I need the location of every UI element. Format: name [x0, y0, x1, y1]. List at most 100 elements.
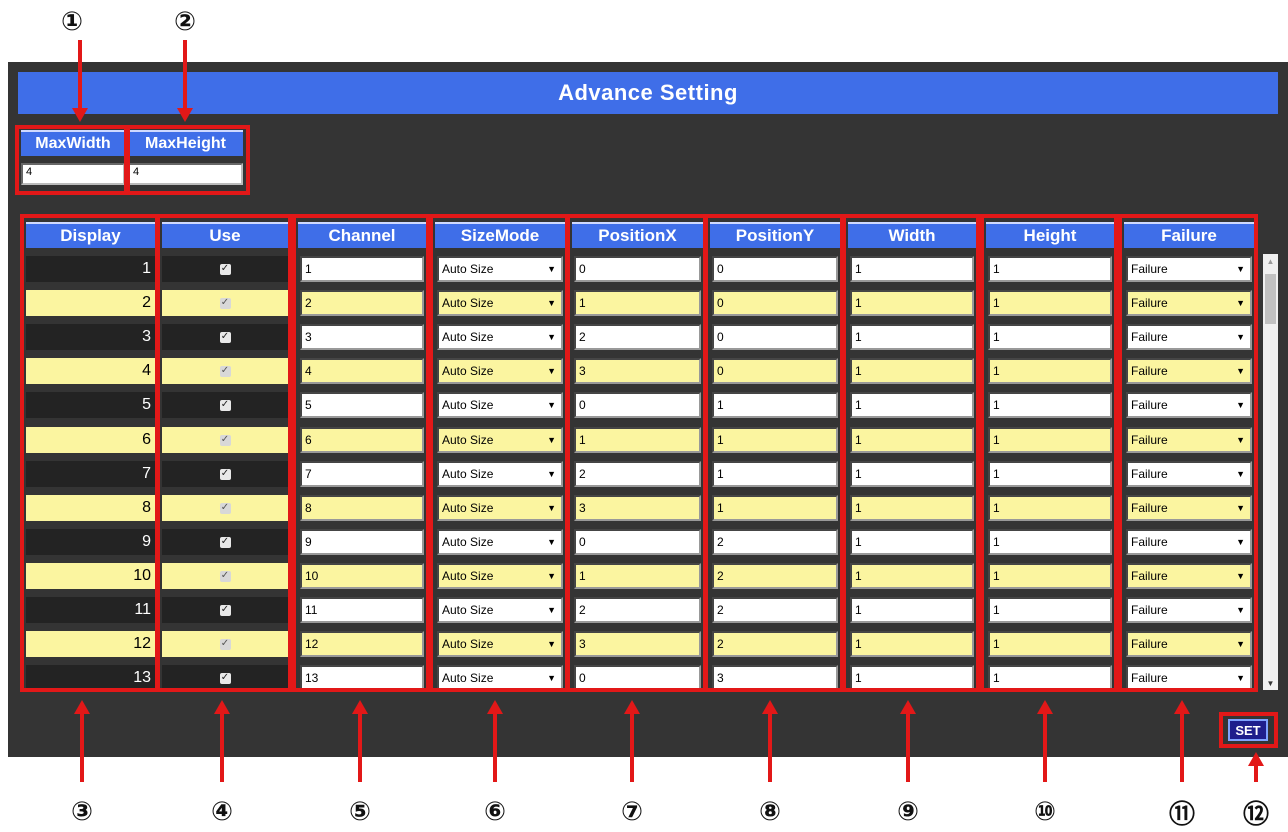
channel-input[interactable]: 12 [300, 631, 424, 657]
sizemode-select[interactable]: Auto Size ▼ [437, 665, 563, 691]
use-checkbox[interactable]: ✓ [219, 672, 231, 684]
width-input[interactable]: 1 [850, 631, 974, 657]
height-input[interactable]: 1 [988, 597, 1112, 623]
sizemode-select[interactable]: Auto Size ▼ [437, 631, 563, 657]
sizemode-select[interactable]: Auto Size ▼ [437, 529, 563, 555]
channel-input[interactable]: 6 [300, 427, 424, 453]
failure-select[interactable]: Failure ▼ [1126, 290, 1252, 316]
sizemode-select[interactable]: Auto Size ▼ [437, 358, 563, 384]
position-x-input[interactable]: 2 [574, 461, 701, 487]
position-x-input[interactable]: 0 [574, 392, 701, 418]
position-y-input[interactable]: 3 [712, 665, 838, 691]
maxheight-input[interactable]: 4 [128, 163, 243, 185]
position-y-input[interactable]: 1 [712, 461, 838, 487]
width-input[interactable]: 1 [850, 392, 974, 418]
use-checkbox[interactable]: ✓ [219, 638, 231, 650]
scroll-down-icon[interactable]: ▼ [1263, 676, 1278, 690]
use-checkbox[interactable]: ✓ [219, 604, 231, 616]
use-checkbox[interactable]: ✓ [219, 468, 231, 480]
maxwidth-input[interactable]: 4 [21, 163, 125, 185]
use-checkbox[interactable]: ✓ [219, 263, 231, 275]
height-input[interactable]: 1 [988, 290, 1112, 316]
height-input[interactable]: 1 [988, 256, 1112, 282]
height-input[interactable]: 1 [988, 495, 1112, 521]
position-y-input[interactable]: 1 [712, 495, 838, 521]
failure-select[interactable]: Failure ▼ [1126, 392, 1252, 418]
sizemode-select[interactable]: Auto Size ▼ [437, 324, 563, 350]
failure-select[interactable]: Failure ▼ [1126, 563, 1252, 589]
channel-input[interactable]: 4 [300, 358, 424, 384]
failure-select[interactable]: Failure ▼ [1126, 461, 1252, 487]
failure-select[interactable]: Failure ▼ [1126, 631, 1252, 657]
position-x-input[interactable]: 1 [574, 290, 701, 316]
channel-input[interactable]: 1 [300, 256, 424, 282]
channel-input[interactable]: 10 [300, 563, 424, 589]
width-input[interactable]: 1 [850, 427, 974, 453]
sizemode-select[interactable]: Auto Size ▼ [437, 427, 563, 453]
position-y-input[interactable]: 0 [712, 324, 838, 350]
width-input[interactable]: 1 [850, 495, 974, 521]
use-checkbox[interactable]: ✓ [219, 434, 231, 446]
table-scrollbar[interactable]: ▲ ▼ [1263, 254, 1278, 690]
channel-input[interactable]: 2 [300, 290, 424, 316]
sizemode-select[interactable]: Auto Size ▼ [437, 392, 563, 418]
position-x-input[interactable]: 0 [574, 665, 701, 691]
position-x-input[interactable]: 0 [574, 256, 701, 282]
use-checkbox[interactable]: ✓ [219, 399, 231, 411]
sizemode-select[interactable]: Auto Size ▼ [437, 461, 563, 487]
position-y-input[interactable]: 0 [712, 256, 838, 282]
channel-input[interactable]: 9 [300, 529, 424, 555]
scroll-thumb[interactable] [1265, 274, 1276, 324]
failure-select[interactable]: Failure ▼ [1126, 256, 1252, 282]
sizemode-select[interactable]: Auto Size ▼ [437, 290, 563, 316]
set-button[interactable]: SET [1228, 719, 1268, 741]
width-input[interactable]: 1 [850, 665, 974, 691]
height-input[interactable]: 1 [988, 563, 1112, 589]
width-input[interactable]: 1 [850, 290, 974, 316]
width-input[interactable]: 1 [850, 529, 974, 555]
position-x-input[interactable]: 2 [574, 324, 701, 350]
use-checkbox[interactable]: ✓ [219, 297, 231, 309]
height-input[interactable]: 1 [988, 461, 1112, 487]
position-x-input[interactable]: 3 [574, 495, 701, 521]
channel-input[interactable]: 3 [300, 324, 424, 350]
width-input[interactable]: 1 [850, 563, 974, 589]
channel-input[interactable]: 13 [300, 665, 424, 691]
height-input[interactable]: 1 [988, 529, 1112, 555]
position-x-input[interactable]: 3 [574, 358, 701, 384]
position-y-input[interactable]: 1 [712, 427, 838, 453]
position-y-input[interactable]: 2 [712, 597, 838, 623]
position-x-input[interactable]: 1 [574, 427, 701, 453]
failure-select[interactable]: Failure ▼ [1126, 358, 1252, 384]
position-y-input[interactable]: 2 [712, 563, 838, 589]
height-input[interactable]: 1 [988, 665, 1112, 691]
channel-input[interactable]: 5 [300, 392, 424, 418]
position-x-input[interactable]: 3 [574, 631, 701, 657]
channel-input[interactable]: 8 [300, 495, 424, 521]
channel-input[interactable]: 7 [300, 461, 424, 487]
failure-select[interactable]: Failure ▼ [1126, 665, 1252, 691]
use-checkbox[interactable]: ✓ [219, 570, 231, 582]
position-x-input[interactable]: 2 [574, 597, 701, 623]
width-input[interactable]: 1 [850, 324, 974, 350]
failure-select[interactable]: Failure ▼ [1126, 495, 1252, 521]
position-y-input[interactable]: 2 [712, 631, 838, 657]
channel-input[interactable]: 11 [300, 597, 424, 623]
height-input[interactable]: 1 [988, 427, 1112, 453]
position-y-input[interactable]: 0 [712, 290, 838, 316]
use-checkbox[interactable]: ✓ [219, 365, 231, 377]
use-checkbox[interactable]: ✓ [219, 502, 231, 514]
sizemode-select[interactable]: Auto Size ▼ [437, 495, 563, 521]
use-checkbox[interactable]: ✓ [219, 536, 231, 548]
width-input[interactable]: 1 [850, 256, 974, 282]
sizemode-select[interactable]: Auto Size ▼ [437, 597, 563, 623]
height-input[interactable]: 1 [988, 358, 1112, 384]
position-y-input[interactable]: 1 [712, 392, 838, 418]
use-checkbox[interactable]: ✓ [219, 331, 231, 343]
position-y-input[interactable]: 2 [712, 529, 838, 555]
position-x-input[interactable]: 0 [574, 529, 701, 555]
sizemode-select[interactable]: Auto Size ▼ [437, 563, 563, 589]
height-input[interactable]: 1 [988, 324, 1112, 350]
failure-select[interactable]: Failure ▼ [1126, 529, 1252, 555]
position-x-input[interactable]: 1 [574, 563, 701, 589]
